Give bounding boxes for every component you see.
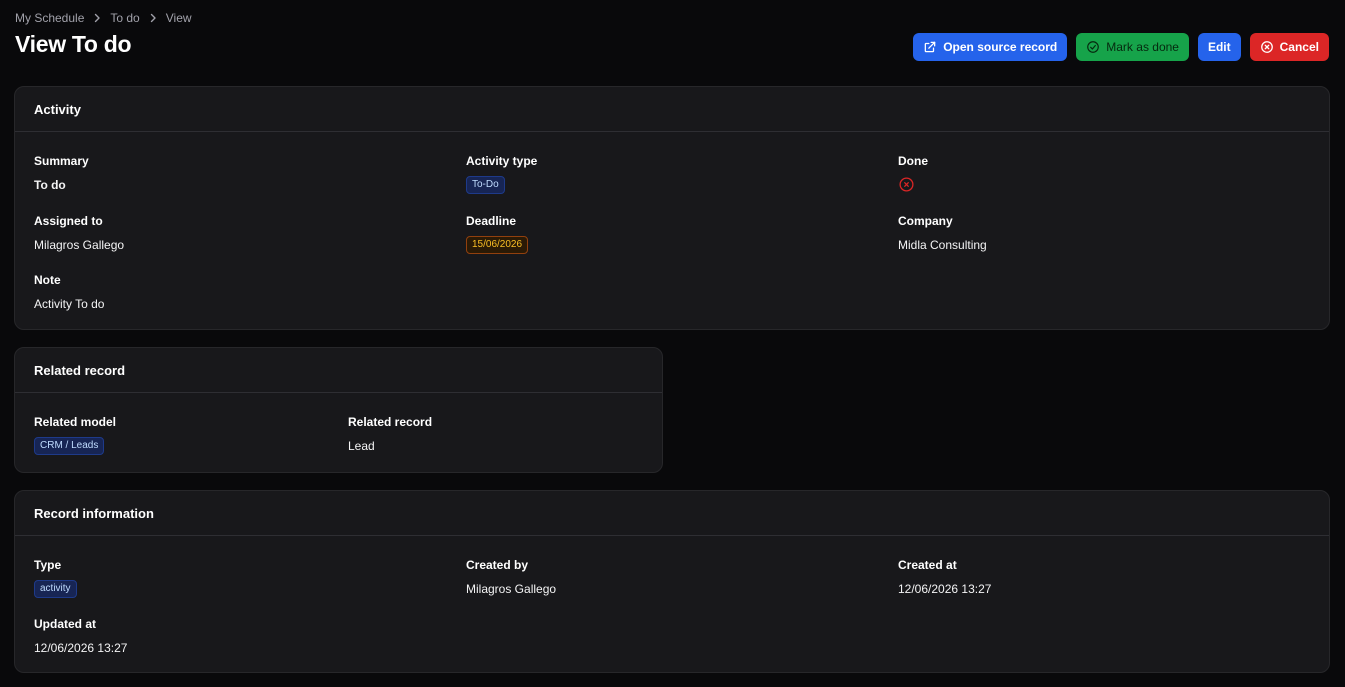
related-record-field: Related record Lead (348, 415, 432, 453)
activity-type-label: Activity type (466, 154, 538, 168)
cancel-button[interactable]: Cancel (1249, 33, 1329, 61)
edit-button[interactable]: Edit (1197, 33, 1241, 61)
company-field: Company Midla Consulting (898, 214, 987, 252)
activity-card: Activity Summary To do Activity type To-… (14, 86, 1330, 330)
activity-card-title: Activity (15, 87, 1329, 132)
deadline-badge: 15/06/2026 (466, 236, 529, 254)
created-by-value: Milagros Gallego (466, 582, 557, 596)
company-value: Midla Consulting (898, 238, 987, 252)
done-field: Done (898, 154, 928, 193)
deadline-field: Deadline 15/06/2026 (466, 214, 529, 254)
updated-at-field: Updated at 12/06/2026 13:27 (34, 617, 127, 655)
activity-type-badge: To-Do (466, 176, 505, 194)
created-by-label: Created by (466, 558, 529, 572)
open-source-record-label: Open source record (943, 40, 1058, 54)
type-field: Type activity (34, 558, 77, 598)
mark-as-done-label: Mark as done (1106, 40, 1179, 54)
open-source-record-button[interactable]: Open source record (913, 33, 1068, 61)
company-label: Company (898, 214, 953, 228)
x-circle-icon (1260, 41, 1273, 53)
related-record-value: Lead (348, 439, 375, 453)
breadcrumb-to-do[interactable]: To do (110, 11, 139, 25)
updated-at-value: 12/06/2026 13:27 (34, 641, 128, 655)
done-label: Done (898, 154, 928, 168)
type-label: Type (34, 558, 62, 572)
related-record-card: Related record Related model CRM / Leads… (14, 347, 663, 473)
mark-as-done-button[interactable]: Mark as done (1076, 33, 1189, 61)
note-label: Note (34, 273, 61, 287)
note-value: Activity To do (34, 297, 105, 311)
created-at-label: Created at (898, 558, 957, 572)
assigned-to-value: Milagros Gallego (34, 238, 125, 252)
x-circle-icon (899, 177, 914, 192)
assigned-to-label: Assigned to (34, 214, 103, 228)
breadcrumb-view: View (165, 11, 192, 25)
summary-label: Summary (34, 154, 89, 168)
deadline-label: Deadline (466, 214, 517, 228)
created-at-value: 12/06/2026 13:27 (898, 582, 992, 596)
related-record-card-title: Related record (15, 348, 662, 393)
header-actions: Open source record Mark as done Edit Can… (913, 33, 1329, 61)
external-link-icon (924, 41, 936, 53)
record-information-card-title: Record information (15, 491, 1329, 536)
activity-type-field: Activity type To-Do (466, 154, 537, 194)
note-field: Note Activity To do (34, 273, 104, 311)
chevron-right-icon (90, 13, 104, 23)
record-information-card: Record information Type activity Created… (14, 490, 1330, 673)
breadcrumb: My Schedule To do View (15, 11, 192, 25)
edit-label: Edit (1207, 40, 1231, 54)
related-model-label: Related model (34, 415, 117, 429)
cancel-label: Cancel (1279, 40, 1319, 54)
created-by-field: Created by Milagros Gallego (466, 558, 556, 596)
related-model-field: Related model CRM / Leads (34, 415, 116, 455)
chevron-right-icon (146, 13, 160, 23)
type-badge: activity (34, 580, 77, 598)
breadcrumb-my-schedule[interactable]: My Schedule (15, 11, 84, 25)
created-at-field: Created at 12/06/2026 13:27 (898, 558, 991, 596)
summary-value: To do (34, 178, 66, 192)
summary-field: Summary To do (34, 154, 89, 192)
assigned-to-field: Assigned to Milagros Gallego (34, 214, 124, 252)
related-model-badge: CRM / Leads (34, 437, 105, 455)
check-circle-icon (1087, 41, 1100, 53)
related-record-label: Related record (348, 415, 433, 429)
updated-at-label: Updated at (34, 617, 97, 631)
page-title: View To do (15, 31, 132, 57)
